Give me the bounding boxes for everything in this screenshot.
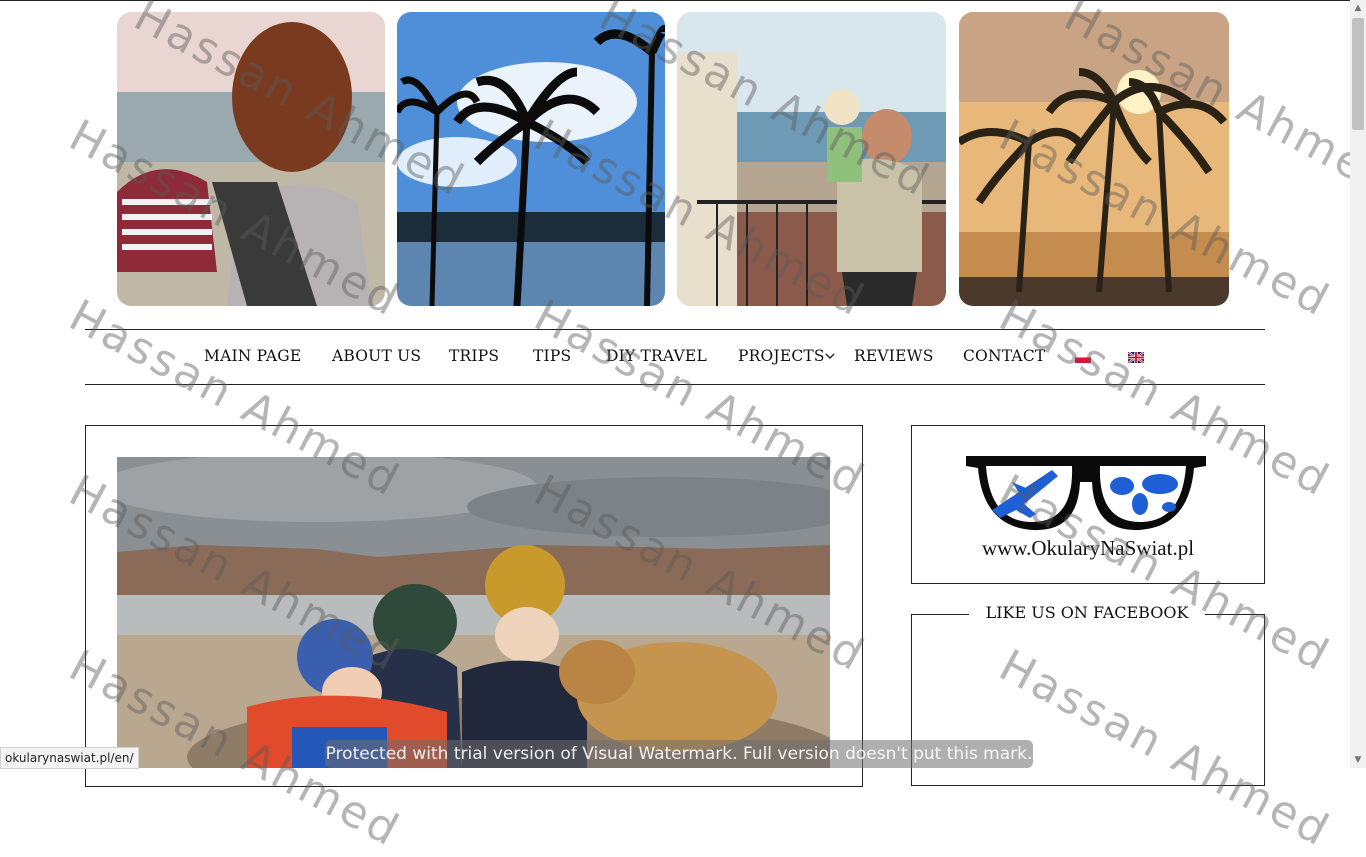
header-photo-palm-sunset (959, 12, 1229, 306)
top-border (0, 0, 1350, 1)
facebook-widget-title: LIKE US ON FACEBOOK (969, 603, 1205, 622)
glasses-logo-icon (966, 456, 1206, 531)
nav-trips[interactable]: TRIPS (449, 347, 499, 365)
featured-post-image[interactable] (117, 457, 830, 768)
polish-flag-icon[interactable] (1075, 352, 1091, 363)
english-flag-icon[interactable] (1128, 352, 1144, 363)
nav-diy-travel[interactable]: DIY TRAVEL (606, 347, 707, 365)
scroll-down-icon[interactable]: ▼ (1350, 752, 1366, 768)
status-bar-url: okularynaswiat.pl/en/ (0, 747, 139, 769)
header-photo-mother-child-sea (117, 12, 385, 306)
trial-watermark-notice: Protected with trial version of Visual W… (325, 740, 1033, 768)
nav-main-page[interactable]: MAIN PAGE (204, 347, 301, 365)
header-photo-father-child-balcony (677, 12, 946, 306)
header-photo-palm-trees-blue-sky (397, 12, 665, 306)
chevron-down-icon[interactable] (825, 352, 835, 360)
vertical-scrollbar[interactable]: ▲ ▼ (1350, 0, 1366, 768)
scroll-up-icon[interactable]: ▲ (1350, 0, 1366, 16)
scrollbar-thumb[interactable] (1352, 18, 1364, 130)
nav-tips[interactable]: TIPS (533, 347, 571, 365)
main-navigation: MAIN PAGE ABOUT US TRIPS TIPS DIY TRAVEL… (85, 329, 1265, 385)
nav-projects[interactable]: PROJECTS (738, 347, 825, 365)
nav-about-us[interactable]: ABOUT US (332, 347, 421, 365)
nav-reviews[interactable]: REVIEWS (854, 347, 934, 365)
nav-contact[interactable]: CONTACT (963, 347, 1045, 365)
site-logo-widget[interactable]: www.OkularyNaSwiat.pl (911, 425, 1265, 584)
logo-url-text: www.OkularyNaSwiat.pl (981, 536, 1195, 560)
